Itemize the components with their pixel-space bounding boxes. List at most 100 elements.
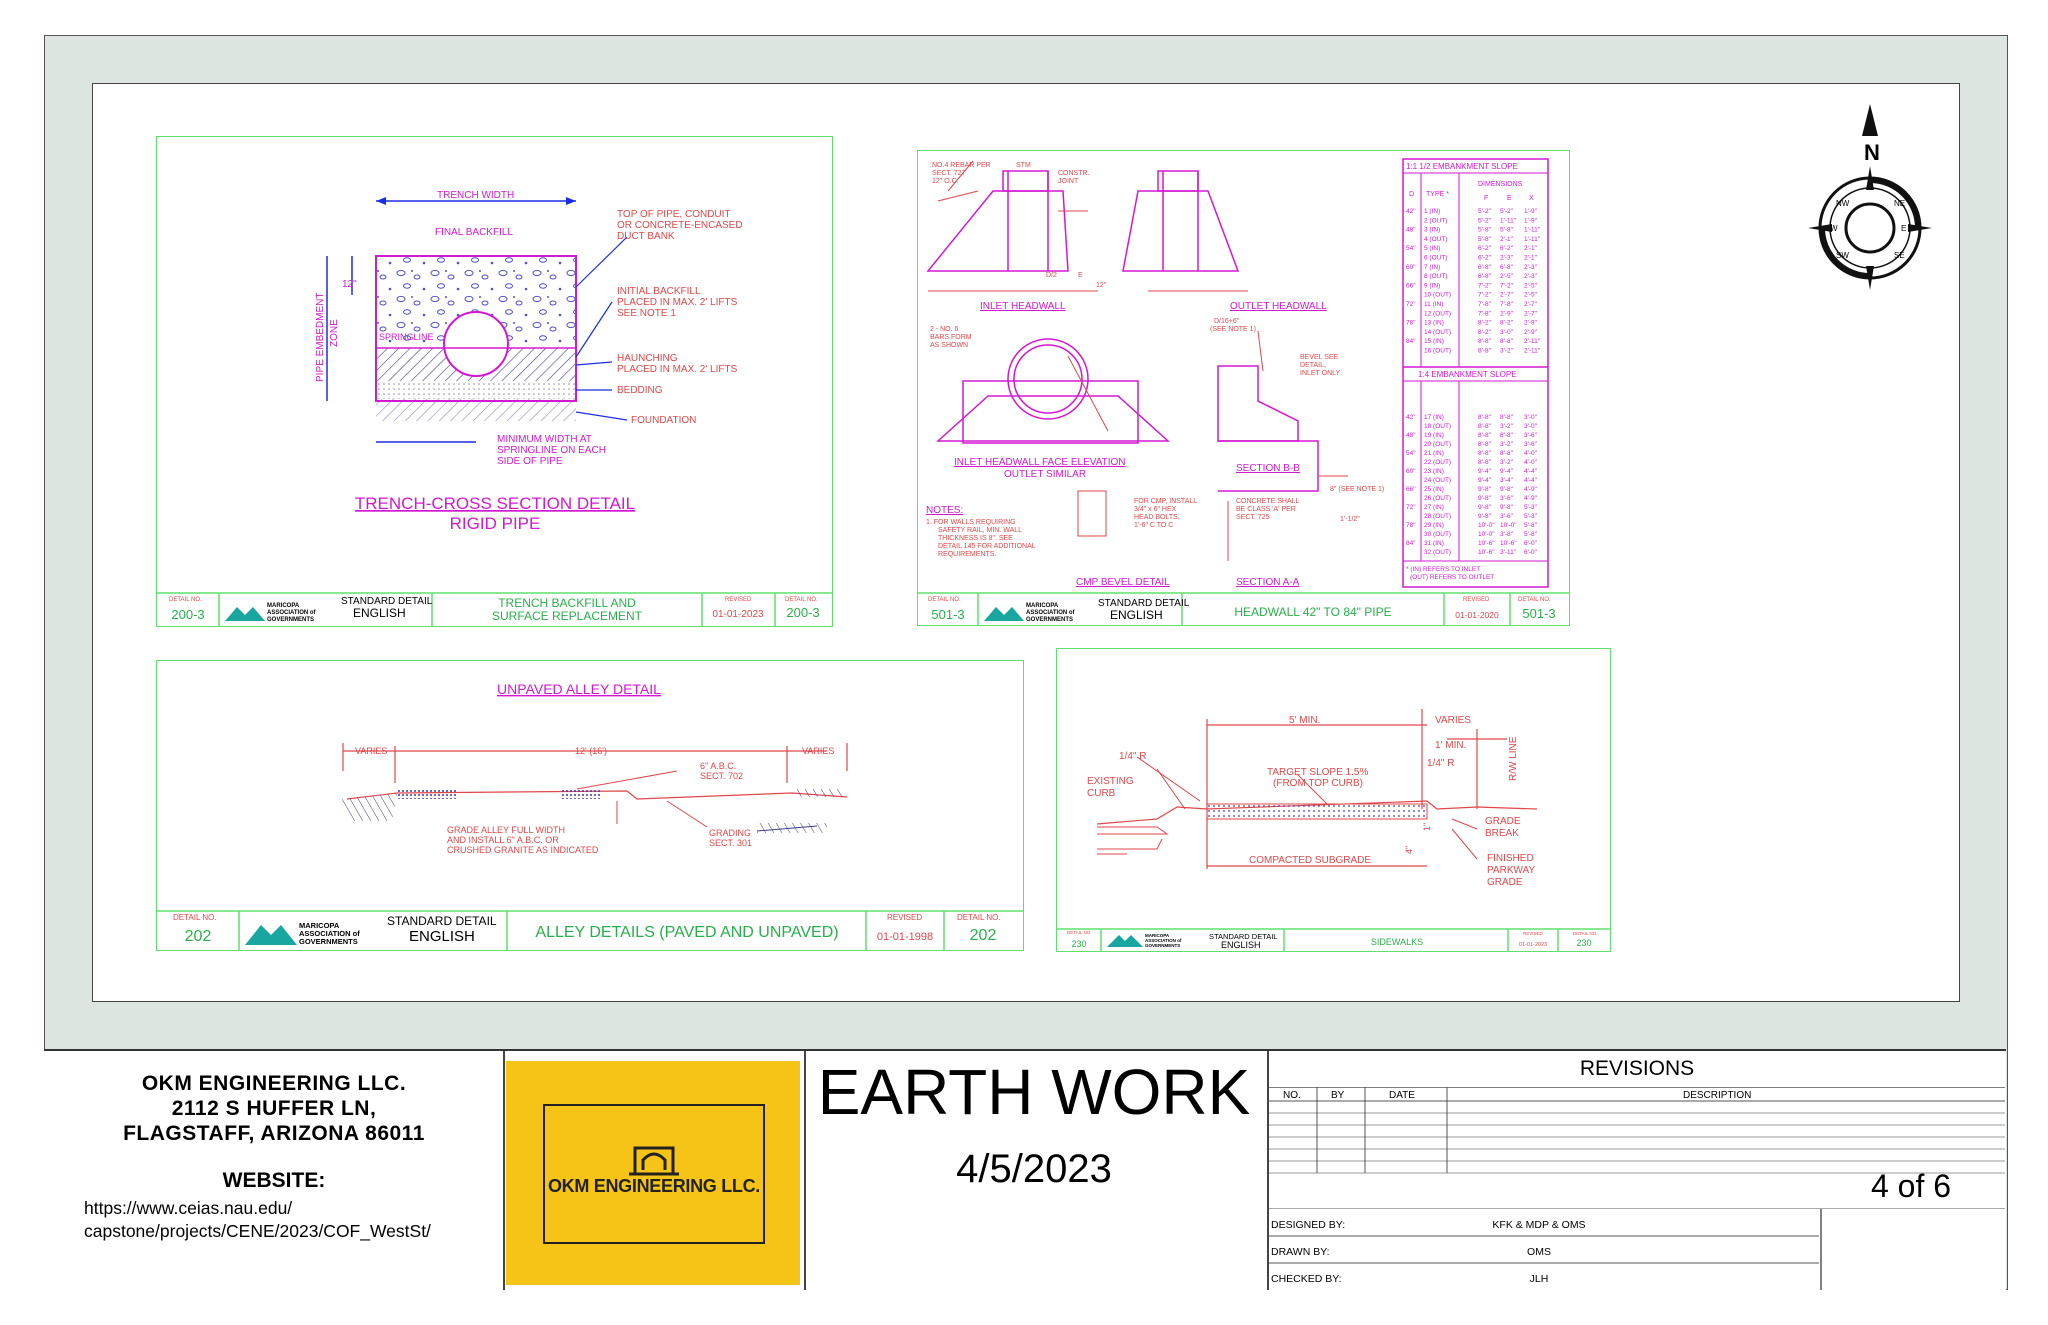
trench-label: FOUNDATION	[631, 415, 696, 426]
detail-no-label: DETAIL NO.	[957, 913, 1001, 922]
table-cell: 8'-2"	[1478, 329, 1492, 336]
table-cell: 6'-8"	[1500, 264, 1514, 271]
table-cell: 2'-1"	[1524, 245, 1538, 252]
headwall-label: CONCRETE SHALL	[1236, 498, 1300, 505]
table-cell: 5'-2"	[1478, 217, 1492, 224]
revised-date: 01-01-2020	[1455, 610, 1499, 620]
designed-by-label: DESIGNED BY:	[1271, 1219, 1345, 1231]
trench-label: SEE NOTE 1	[617, 308, 676, 319]
table-cell: 25 (IN)	[1424, 486, 1444, 493]
detail-no: 501-3	[1522, 606, 1555, 621]
compass-dir: NW	[1836, 199, 1850, 208]
sheet-title: EARTH WORK	[817, 1056, 1251, 1128]
revisions-title: REVISIONS	[1579, 1057, 1695, 1080]
table-cell: 6'-0"	[1524, 540, 1538, 547]
table-cell: 72"	[1406, 301, 1416, 308]
table-cell: 2'-5"	[1500, 273, 1514, 280]
table-cell: 42"	[1406, 414, 1416, 421]
table-cell: 3'-2"	[1500, 348, 1514, 355]
headwall-view-title: OUTLET HEADWALL	[1230, 301, 1327, 312]
table-footnote: (OUT) REFERS TO OUTLET	[1410, 574, 1494, 581]
trench-label: DUCT BANK	[617, 231, 675, 242]
detail-no: 200-3	[171, 607, 204, 622]
revised-label: REVISED	[725, 597, 752, 603]
headwall-view-title: INLET HEADWALL FACE ELEVATION	[954, 457, 1126, 468]
table-cell: 10'-6"	[1478, 540, 1495, 547]
table-cell: 28 (OUT)	[1424, 513, 1451, 520]
table-cell: 78"	[1406, 320, 1416, 327]
org-name: GOVERNMENTS	[267, 617, 314, 623]
checked-by-value: JLH	[1530, 1273, 1549, 1285]
headwall-label: 1'-6" C TO C	[1134, 522, 1173, 529]
website-url: https://www.ceias.nau.edu/ capstone/proj…	[84, 1197, 431, 1243]
firm-city: FLAGSTAFF, ARIZONA 86011	[123, 1122, 425, 1145]
table-cell: 3'-11"	[1500, 549, 1517, 556]
table-cell: 26 (OUT)	[1424, 495, 1451, 502]
table-cell: 72"	[1406, 504, 1416, 511]
headwall-label: BEVEL SEE	[1300, 354, 1339, 361]
org-name: GOVERNMENTS	[1145, 943, 1180, 948]
table-cell: 7 (IN)	[1424, 264, 1440, 271]
mag-logo-icon	[245, 925, 297, 945]
trench-label: MINIMUM WIDTH AT	[497, 434, 592, 445]
detail-name: TRENCH BACKFILL AND	[498, 596, 636, 610]
table-cell: 9'-8"	[1500, 486, 1514, 493]
detail-no-label: DETAIL NO.	[173, 913, 217, 922]
headwall-label: 12" O.C.	[932, 178, 959, 185]
table-cell: 4'-0"	[1524, 459, 1538, 466]
sign-off-table: DESIGNED BY: KFK & MDP & OMS DRAWN BY: O…	[1269, 1209, 1822, 1290]
table-cell: 6'-8"	[1478, 264, 1492, 271]
table-cell: 21 (IN)	[1424, 450, 1444, 457]
alley-label: GRADE ALLEY FULL WIDTH	[447, 825, 565, 835]
compass-dir: SE	[1894, 251, 1905, 260]
table-cell: 5'-2"	[1478, 208, 1492, 215]
sidewalk-label: 1/4" R	[1119, 751, 1146, 762]
table-cell: 10'-0"	[1478, 531, 1495, 538]
trench-label: ZONE	[329, 319, 340, 347]
trench-label: PIPE EMBEDMENT	[315, 293, 326, 382]
checked-by-label: CHECKED BY:	[1271, 1273, 1342, 1285]
org-name: MARICOPA	[267, 603, 300, 609]
table-cell: 9'-8"	[1478, 486, 1492, 493]
logo-text: OKM ENGINEERING LLC.	[547, 1176, 760, 1196]
logo-frame: OKM ENGINEERING LLC.	[543, 1104, 765, 1244]
table-cell: 9'-4"	[1478, 477, 1492, 484]
headwall-detail-drawing: NO.4 REBAR PER SECT. 727 12" O.C. STM CO…	[918, 158, 1569, 625]
rev-header-description: DESCRIPTION	[1683, 1090, 1751, 1101]
trench-label: FINAL BACKFILL	[435, 227, 513, 238]
table-cell: 4 (OUT)	[1424, 236, 1447, 243]
detail-no: 230	[1071, 939, 1086, 949]
table-cell: 2'-3"	[1524, 273, 1538, 280]
english-label: ENGLISH	[1110, 608, 1163, 622]
alley-title: UNPAVED ALLEY DETAIL	[497, 681, 661, 697]
headwall-label: 12"	[1096, 282, 1107, 289]
table-cell: 3'-6"	[1500, 513, 1514, 520]
table-cell: 6 (OUT)	[1424, 255, 1447, 262]
headwall-label: 3/4" x 6" HEX	[1134, 506, 1177, 513]
note-line: 1. FOR WALLS REQUIRING	[926, 519, 1016, 526]
table-cell: 8'-8"	[1478, 338, 1492, 345]
headwall-view-title: CMP BEVEL DETAIL	[1076, 577, 1170, 588]
rev-header-no: NO.	[1283, 1090, 1301, 1101]
table-cell: 14 (OUT)	[1424, 329, 1451, 336]
detail-no: 501-3	[931, 607, 964, 622]
detail-no-label: DETAIL NO.	[785, 597, 818, 603]
table-cell: 3'-6"	[1524, 441, 1538, 448]
trench-label: TRENCH WIDTH	[437, 190, 514, 201]
table-cell: 66"	[1406, 486, 1416, 493]
table-cell: 22 (OUT)	[1424, 459, 1451, 466]
detail-name: ALLEY DETAILS (PAVED AND UNPAVED)	[535, 924, 838, 941]
sidewalk-label: PARKWAY	[1487, 865, 1535, 876]
trench-detail-drawing: TRENCH WIDTH FINAL BACKFILL TOP OF PIPE,…	[157, 190, 832, 626]
table-cell: 2'-1"	[1524, 255, 1538, 262]
table-cell: 4'-4"	[1524, 468, 1538, 475]
table-cell: 3'-6"	[1500, 495, 1514, 502]
table-cell: 12 (OUT)	[1424, 310, 1451, 317]
trench-label: SPRINGLINE	[379, 332, 434, 342]
table-cell: 48"	[1406, 432, 1416, 439]
sidewalk-label: R/W LINE	[1508, 736, 1519, 781]
table-cell: 29 (IN)	[1424, 522, 1444, 529]
table-cell: 7'-2"	[1478, 282, 1492, 289]
alley-label: CRUSHED GRANITE AS INDICATED	[447, 845, 599, 855]
headwall-label: STM	[1016, 162, 1031, 169]
